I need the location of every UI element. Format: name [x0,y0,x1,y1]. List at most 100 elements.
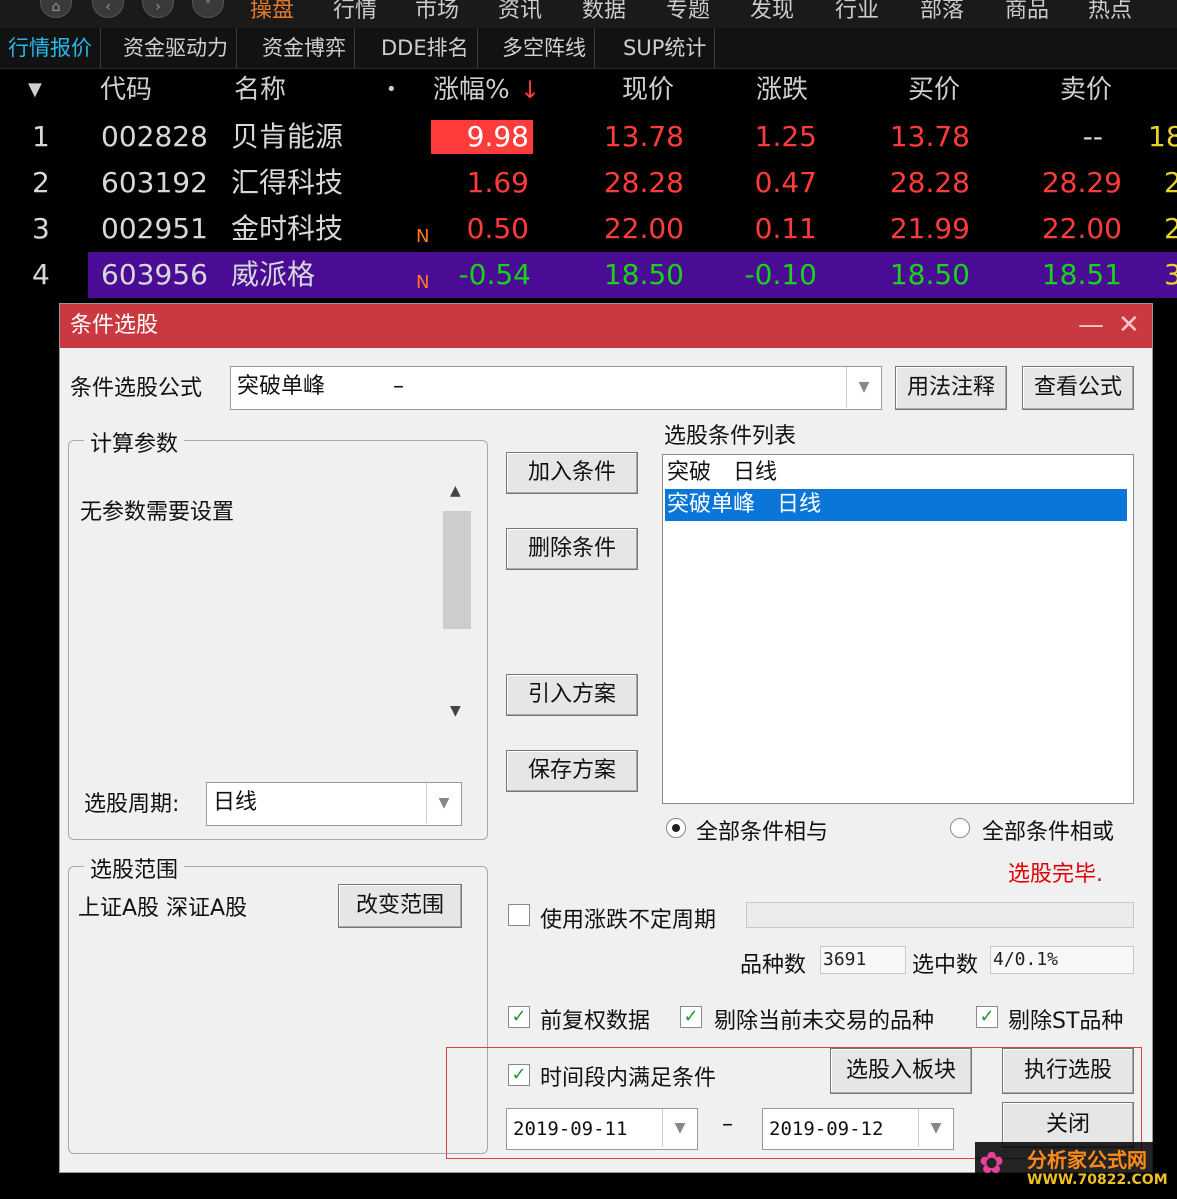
price-cell: 13.78 [603,120,684,153]
list-item[interactable]: 突破 日线 [665,457,1127,489]
usage-notes-button[interactable]: 用法注释 [895,366,1007,410]
radio-all-or[interactable] [950,818,970,838]
view-formula-button[interactable]: 查看公式 [1022,366,1134,410]
selected-label: 选中数 [912,953,979,978]
table-row[interactable]: 1 002828 贝肯能源 9.98 13.78 1.25 13.78 -- 1… [0,114,1177,160]
table-row[interactable]: 3 002951 金时科技 N 0.50 22.00 0.11 21.99 22… [0,206,1177,252]
column-header-name[interactable]: 名称 [234,68,286,112]
radio-all-or-label[interactable]: 全部条件相或 [982,814,1114,846]
chevron-down-icon[interactable]: ▼ [662,1109,697,1147]
back-icon[interactable]: ‹ [92,0,124,18]
formula-value: 突破单峰 [237,374,326,399]
tab-quotes[interactable]: 行情报价 [0,28,101,68]
params-text: 无参数需要设置 [80,500,235,525]
date-from-picker[interactable]: 2019-09-11 ▼ [506,1108,698,1150]
column-header-change[interactable]: 涨跌 [756,68,808,112]
count-value: 3691 [820,946,906,974]
list-item-selected[interactable]: 突破单峰 日线 [665,489,1127,521]
tab-dde-rank[interactable]: DDE排名 [373,28,478,68]
date-to-picker[interactable]: 2019-09-12 ▼ [762,1108,954,1150]
execute-selection-button[interactable]: 执行选股 [1002,1048,1134,1094]
new-stock-badge: N [416,272,430,293]
column-header-dot: • [386,79,397,100]
add-condition-button[interactable]: 加入条件 [506,452,638,494]
column-header-bid[interactable]: 买价 [908,68,960,112]
nav-item-news[interactable]: 资讯 [498,0,542,24]
date-from-value: 2019-09-11 [513,1118,628,1140]
close-icon[interactable]: ✕ [1118,308,1140,342]
stock-code: 002951 [101,212,208,245]
chevron-down-icon[interactable]: ▼ [426,783,461,823]
stock-name: 威派格 [231,258,316,291]
save-scheme-button[interactable]: 保存方案 [506,750,638,792]
nav-item-discover[interactable]: 发现 [750,0,794,24]
dialog-titlebar[interactable]: 条件选股 — ✕ [60,304,1152,348]
scroll-up-icon[interactable]: ▲ [450,483,461,499]
radio-all-and[interactable] [666,818,686,838]
radio-all-and-label[interactable]: 全部条件相与 [696,814,828,846]
change-range-button[interactable]: 改变范围 [338,884,462,928]
home-icon[interactable]: ⌂ [40,0,72,18]
date-to-value: 2019-09-12 [769,1118,884,1140]
tab-fund-drive[interactable]: 资金驱动力 [115,28,237,68]
column-header-change-pct[interactable]: 涨幅% [433,68,510,112]
change-cell: 1.25 [754,120,817,153]
forward-icon[interactable]: › [142,0,174,18]
scroll-down-icon[interactable]: ▼ [450,703,461,719]
time-range-checkbox[interactable]: ✓ [508,1064,530,1086]
forward-adjust-label[interactable]: 前复权数据 [540,1003,650,1035]
nav-item-trade[interactable]: 操盘 [250,0,294,24]
chevron-down-icon[interactable]: ▼ [918,1109,953,1147]
nav-item-industry[interactable]: 行业 [835,0,879,24]
exclude-untraded-label[interactable]: 剔除当前未交易的品种 [714,1003,934,1035]
stock-name: 金时科技 [231,212,344,245]
extra-cell: 2 [1164,212,1177,245]
column-header-code[interactable]: 代码 [100,68,152,112]
formula-dash: – [393,374,404,399]
nav-item-goods[interactable]: 商品 [1005,0,1049,24]
tab-fund-game[interactable]: 资金博弈 [254,28,355,68]
column-header-price[interactable]: 现价 [622,68,674,112]
sort-desc-icon: ↓ [520,76,541,104]
tab-sup-stats[interactable]: SUP统计 [615,28,716,68]
chevron-down-icon[interactable]: ▼ [846,367,881,407]
nav-item-tribe[interactable]: 部落 [920,0,964,24]
sort-toggle-icon[interactable]: ▼ [28,68,42,112]
bid-cell: 13.78 [889,120,970,153]
stock-code: 603956 [101,258,208,291]
use-period-checkbox[interactable] [508,904,530,926]
nav-item-markets[interactable]: 市场 [415,0,459,24]
nav-item-hot[interactable]: 热点 [1088,0,1132,24]
nav-item-topics[interactable]: 专题 [666,0,710,24]
forward-adjust-checkbox[interactable]: ✓ [508,1006,530,1028]
more-icon[interactable]: ˅ [192,0,224,18]
scroll-thumb[interactable] [443,511,471,629]
add-to-block-button[interactable]: 选股入板块 [830,1048,972,1094]
row-index: 2 [32,166,50,199]
table-row[interactable]: 2 603192 汇得科技 1.69 28.28 0.47 28.28 28.2… [0,160,1177,206]
stock-name: 贝肯能源 [231,120,344,153]
use-period-label[interactable]: 使用涨跌不定周期 [540,902,716,934]
exclude-st-label[interactable]: 剔除ST品种 [1008,1003,1123,1035]
period-input[interactable] [746,902,1134,928]
watermark: ✿ 分析家公式网 WWW.70822.COM [975,1142,1175,1196]
time-range-label[interactable]: 时间段内满足条件 [540,1060,716,1092]
condition-list[interactable]: 突破 日线 突破单峰 日线 [662,454,1134,804]
exclude-st-checkbox[interactable]: ✓ [976,1006,998,1028]
params-scrollbar[interactable]: ▲ ▼ [441,479,473,727]
flower-logo-icon: ✿ [979,1146,1005,1181]
table-row[interactable]: 4 603956 威派格 N -0.54 18.50 -0.10 18.50 1… [0,252,1177,298]
nav-item-market[interactable]: 行情 [333,0,377,24]
column-header-ask[interactable]: 卖价 [1060,68,1112,112]
nav-item-data[interactable]: 数据 [582,0,626,24]
exclude-untraded-checkbox[interactable]: ✓ [680,1006,702,1028]
delete-condition-button[interactable]: 删除条件 [506,528,638,570]
period-select[interactable]: 日线 ▼ [206,782,462,826]
count-label: 品种数 [740,953,807,978]
import-scheme-button[interactable]: 引入方案 [506,674,638,716]
minimize-icon[interactable]: — [1078,308,1104,342]
tab-long-short[interactable]: 多空阵线 [494,28,595,68]
row-index: 3 [32,212,50,245]
formula-select[interactable]: 突破单峰 – ▼ [230,366,882,410]
formula-label: 条件选股公式 [70,376,203,401]
